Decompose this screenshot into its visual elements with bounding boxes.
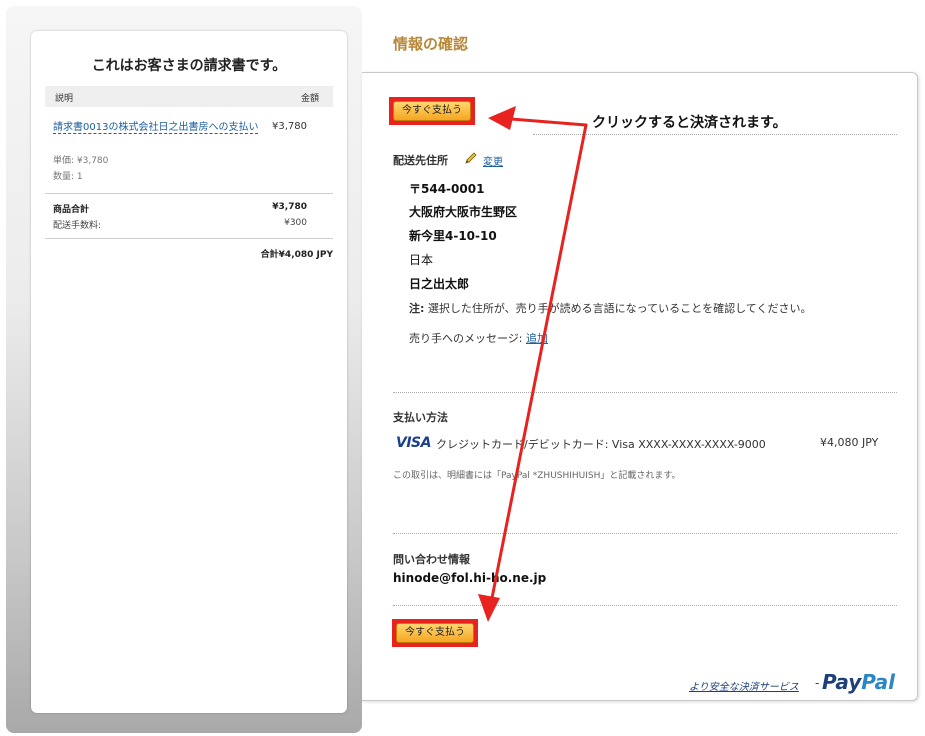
statement-note: この取引は、明細書には「PayPal *ZHUSHIHUISH」と記載されます。 [393, 471, 681, 481]
invoice-card: これはお客さまの請求書です。 説明 金額 請求書0013の株式会社日之出書房への… [31, 31, 347, 713]
seller-message-label: 売り手へのメッセージ: [409, 332, 523, 345]
note-prefix: 注: [409, 302, 425, 315]
edit-address-link[interactable]: 変更 [483, 153, 503, 168]
safer-payment-link[interactable]: より安全な決済サービス [689, 678, 799, 693]
divider [45, 193, 333, 194]
address-country: 日本 [409, 253, 434, 267]
shipping-fee-label: 配送手数料: [53, 221, 102, 231]
divider [45, 238, 333, 239]
invoice-title: これはお客さまの請求書です。 [91, 58, 287, 74]
divider [393, 392, 897, 393]
invoice-item-link[interactable]: 請求書0013の株式会社日之出書房への支払い [53, 120, 263, 135]
column-description: 説明 [55, 94, 74, 104]
invoice-item-name[interactable]: 請求書0013の株式会社日之出書房への支払い [53, 122, 259, 134]
subtotal-value: ¥3,780 [272, 202, 307, 212]
callout-text: クリックすると決済されます。 [592, 115, 787, 131]
pay-now-button-top[interactable]: 今すぐ支払う [393, 101, 471, 121]
paypal-logo-pay: Pay [822, 670, 862, 694]
contact-email: hinode@fol.hi-ho.ne.jp [393, 571, 547, 585]
pay-button-highlight: 今すぐ支払う [392, 619, 478, 647]
address-line2: 新今里4-10-10 [409, 229, 497, 243]
seller-message: 売り手へのメッセージ: 追加 [409, 330, 548, 346]
invoice-item-unit-price: 単価: ¥3,780 [53, 156, 109, 166]
pay-button-highlight: 今すぐ支払う [389, 97, 475, 125]
pay-now-button-bottom[interactable]: 今すぐ支払う [396, 623, 474, 643]
address-name: 日之出太郎 [409, 277, 470, 291]
note-text: 選択した住所が、売り手が読める言語になっていることを確認してください。 [427, 302, 812, 315]
payment-amount: ¥4,080 JPY [820, 436, 879, 449]
invoice-item-price: ¥3,780 [272, 121, 307, 132]
contact-heading: 問い合わせ情報 [393, 553, 470, 566]
address-note: 注: 選択した住所が、売り手が読める言語になっていることを確認してください。 [409, 300, 811, 316]
divider [393, 533, 897, 534]
payment-heading: 支払い方法 [393, 411, 448, 424]
divider [393, 605, 897, 606]
pencil-icon[interactable] [464, 152, 478, 164]
address-postal: 〒544-0001 [409, 182, 485, 196]
divider [533, 134, 897, 135]
invoice-item-quantity: 数量: 1 [53, 172, 83, 182]
paypal-logo-pal: Pal [861, 670, 896, 694]
invoice-panel-frame: これはお客さまの請求書です。 説明 金額 請求書0013の株式会社日之出書房への… [6, 6, 362, 733]
card-description: クレジットカード/デビットカード: Visa XXXX-XXXX-XXXX-90… [436, 438, 766, 451]
shipping-fee-value: ¥300 [284, 218, 307, 228]
footer-dash: - [815, 676, 820, 690]
address-line1: 大阪府大阪市生野区 [409, 205, 518, 219]
shipping-heading: 配送先住所 [393, 154, 448, 167]
subtotal-label: 商品合計 [53, 205, 90, 215]
invoice-total: 合計¥4,080 JPY [260, 250, 333, 260]
add-message-link[interactable]: 追加 [526, 332, 548, 345]
paypal-logo: PayPal [822, 670, 895, 694]
column-amount: 金額 [300, 94, 319, 104]
visa-logo-icon: VISA [396, 435, 431, 451]
invoice-table-header: 説明 金額 [45, 86, 333, 107]
page-title: 情報の確認 [393, 35, 469, 53]
